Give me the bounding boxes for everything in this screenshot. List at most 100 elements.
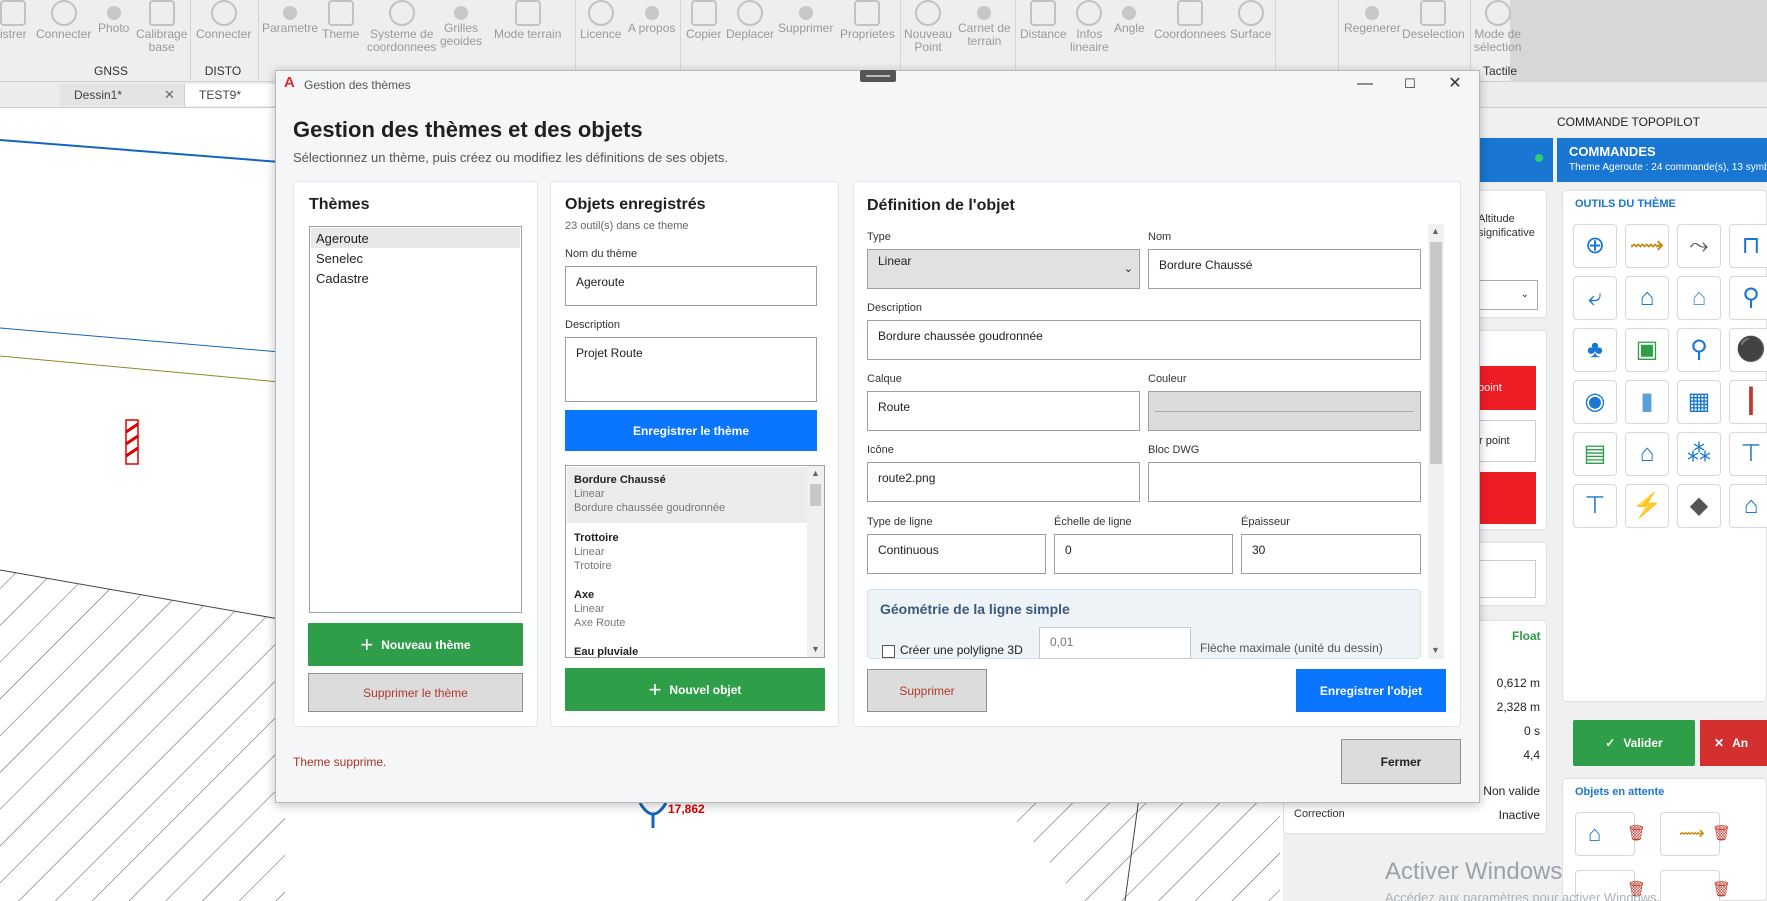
theme-tool-button[interactable]: ⌂ bbox=[1729, 484, 1767, 528]
object-item[interactable]: Trottoire Linear Trotoire bbox=[574, 531, 619, 573]
ribbon-button[interactable]: Coordonnees bbox=[1154, 0, 1226, 58]
theme-tool-button[interactable]: ⤳ bbox=[1677, 224, 1721, 268]
save-object-button[interactable]: Enregistrer l'objet bbox=[1296, 669, 1446, 712]
theme-tool-button[interactable]: ⚲ bbox=[1729, 276, 1767, 320]
ribbon-button[interactable]: Mode de sélection bbox=[1474, 0, 1521, 58]
chevron-up-icon[interactable]: ▲ bbox=[1431, 226, 1440, 236]
theme-tool-button[interactable]: ⌂ bbox=[1625, 276, 1669, 320]
chevron-up-icon[interactable]: ▲ bbox=[811, 468, 820, 478]
ribbon-button[interactable]: Connecter bbox=[36, 0, 91, 58]
pending-object-tile[interactable]: ⌂ bbox=[1575, 812, 1635, 856]
theme-tool-button[interactable]: ⚲ bbox=[1677, 328, 1721, 372]
linescale-input[interactable]: 0 bbox=[1054, 534, 1233, 574]
ribbon-button[interactable]: Nouveau Point bbox=[904, 0, 952, 58]
object-item[interactable]: Bordure Chaussé Linear Bordure chaussée … bbox=[574, 473, 725, 515]
new-object-button[interactable]: + Nouvel objet bbox=[565, 668, 825, 711]
thickness-input[interactable]: 30 bbox=[1241, 534, 1421, 574]
definition-scrollbar[interactable]: ▲ ▼ bbox=[1428, 224, 1444, 659]
chevron-down-icon[interactable]: ▼ bbox=[811, 644, 820, 654]
name-input[interactable]: Bordure Chaussé bbox=[1148, 249, 1421, 289]
delete-object-button[interactable]: Supprimer bbox=[867, 669, 987, 712]
theme-item-senelec[interactable]: Senelec bbox=[316, 251, 363, 266]
scroll-thumb[interactable] bbox=[810, 484, 821, 506]
theme-item-ageroute[interactable]: Ageroute bbox=[316, 231, 369, 246]
ribbon-button[interactable]: Parametre bbox=[262, 0, 318, 58]
theme-tool-button[interactable]: ⊤ bbox=[1573, 484, 1617, 528]
ribbon-button[interactable]: Supprimer bbox=[778, 0, 833, 58]
theme-tool-button[interactable]: ⊕ bbox=[1573, 224, 1617, 268]
theme-description-input[interactable]: Projet Route bbox=[565, 337, 817, 402]
themes-list[interactable]: Ageroute Senelec Cadastre bbox=[309, 226, 522, 613]
ribbon-button[interactable]: Angle bbox=[1114, 0, 1145, 58]
maximize-icon[interactable]: ☐ bbox=[1395, 74, 1425, 94]
tab-test9[interactable]: TEST9* bbox=[185, 84, 275, 106]
ribbon-button[interactable]: Licence bbox=[580, 0, 621, 58]
color-picker[interactable] bbox=[1148, 391, 1421, 431]
theme-tool-button[interactable]: ⤶ bbox=[1573, 276, 1617, 320]
theme-tool-button[interactable]: ⌂ bbox=[1625, 432, 1669, 476]
type-select[interactable]: Linear ⌄ bbox=[867, 249, 1140, 289]
theme-tool-button[interactable]: ▤ bbox=[1573, 432, 1617, 476]
ribbon-button[interactable]: Copier bbox=[686, 0, 721, 58]
theme-tool-button[interactable]: ◆ bbox=[1677, 484, 1721, 528]
ribbon-button[interactable]: Connecter bbox=[196, 0, 251, 58]
layer-input[interactable]: Route bbox=[867, 391, 1140, 431]
theme-tool-button[interactable]: ⌂ bbox=[1677, 276, 1721, 320]
save-theme-button[interactable]: Enregistrer le thème bbox=[565, 410, 817, 451]
ribbon-button[interactable]: Systeme de coordonnees bbox=[367, 0, 436, 58]
record-button[interactable] bbox=[1478, 472, 1536, 524]
trash-icon[interactable]: 🗑 bbox=[1712, 880, 1731, 898]
ribbon-button[interactable]: Photo bbox=[98, 0, 129, 58]
theme-tool-button[interactable]: ⊤ bbox=[1729, 432, 1767, 476]
theme-tool-button[interactable]: ┃ bbox=[1729, 380, 1767, 424]
ribbon-button[interactable]: istrer bbox=[0, 0, 27, 58]
delete-theme-button[interactable]: Supprimer le thème bbox=[308, 673, 523, 712]
theme-tool-button[interactable]: ♣ bbox=[1573, 328, 1617, 372]
point-button-red[interactable]: point bbox=[1478, 366, 1536, 410]
objects-list[interactable]: Bordure Chaussé Linear Bordure chaussée … bbox=[565, 465, 825, 658]
description-input[interactable]: Bordure chaussée goudronnée bbox=[867, 320, 1421, 360]
tab-dessin1[interactable]: Dessin1* ✕ bbox=[60, 84, 185, 106]
ribbon-button[interactable]: Theme bbox=[322, 0, 359, 58]
new-theme-button[interactable]: + Nouveau thème bbox=[308, 623, 523, 666]
trash-icon[interactable]: 🗑 bbox=[1627, 824, 1646, 842]
pending-object-tile[interactable] bbox=[1660, 870, 1720, 901]
altitude-select[interactable]: ⌄ bbox=[1478, 280, 1538, 310]
theme-tool-button[interactable]: ◉ bbox=[1573, 380, 1617, 424]
minimize-icon[interactable]: — bbox=[1350, 74, 1380, 94]
linetype-input[interactable]: Continuous bbox=[867, 534, 1046, 574]
theme-name-input[interactable]: Ageroute bbox=[565, 266, 817, 306]
ribbon-button[interactable]: Carnet de terrain bbox=[958, 0, 1011, 58]
ribbon-button[interactable]: Mode terrain bbox=[494, 0, 561, 58]
chevron-down-icon[interactable]: ▼ bbox=[1431, 645, 1440, 655]
close-tab-icon[interactable]: ✕ bbox=[164, 87, 175, 103]
point-button-white[interactable]: r point bbox=[1478, 420, 1536, 462]
scroll-thumb[interactable] bbox=[1430, 242, 1442, 464]
ribbon-button[interactable]: Surface bbox=[1230, 0, 1271, 58]
ribbon-button[interactable]: Proprietes bbox=[840, 0, 895, 58]
theme-tool-button[interactable]: ▣ bbox=[1625, 328, 1669, 372]
ribbon-button[interactable]: Regenerer bbox=[1344, 0, 1401, 58]
close-button[interactable]: Fermer bbox=[1341, 739, 1461, 784]
theme-tool-button[interactable]: ⁂ bbox=[1677, 432, 1721, 476]
dwg-block-input[interactable] bbox=[1148, 462, 1421, 502]
objects-scrollbar[interactable]: ▲ ▼ bbox=[807, 466, 824, 657]
polyline3d-checkbox[interactable] bbox=[882, 645, 895, 658]
ribbon-button[interactable]: Deplacer bbox=[726, 0, 774, 58]
ribbon-button[interactable]: Deselection bbox=[1402, 0, 1465, 58]
theme-tool-button[interactable]: ▮ bbox=[1625, 380, 1669, 424]
validate-button[interactable]: ✓ Valider bbox=[1573, 720, 1695, 766]
object-item[interactable]: Axe Linear Axe Route bbox=[574, 588, 625, 630]
arrow-input[interactable]: 0,01 bbox=[1039, 627, 1191, 659]
theme-tool-button[interactable]: ⚫ bbox=[1729, 328, 1767, 372]
ribbon-button[interactable]: A propos bbox=[628, 0, 675, 58]
close-icon[interactable]: ✕ bbox=[1440, 74, 1470, 94]
ribbon-button[interactable]: Infos lineaire bbox=[1070, 0, 1109, 58]
theme-tool-button[interactable]: ▦ bbox=[1677, 380, 1721, 424]
theme-tool-button[interactable]: ⚡ bbox=[1625, 484, 1669, 528]
cancel-button[interactable]: ✕ An bbox=[1700, 720, 1767, 766]
ribbon-button[interactable]: Calibrage base bbox=[136, 0, 187, 58]
input-field[interactable] bbox=[1478, 560, 1536, 598]
drag-grip[interactable] bbox=[860, 70, 896, 82]
theme-item-cadastre[interactable]: Cadastre bbox=[316, 271, 369, 286]
